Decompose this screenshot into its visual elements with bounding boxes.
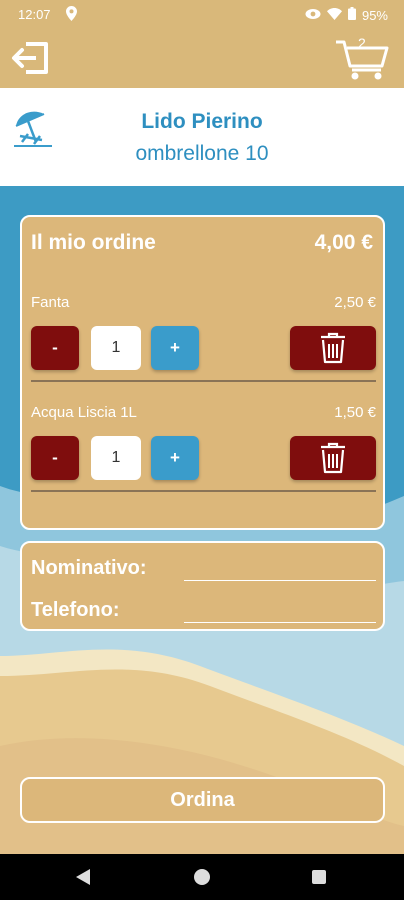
customer-info-card: Nominativo: Telefono: bbox=[20, 541, 385, 631]
status-bar: 12:07 95% bbox=[0, 0, 404, 30]
place-order-button[interactable]: Ordina bbox=[20, 777, 385, 823]
phone-row: Telefono: bbox=[31, 591, 376, 627]
exit-icon[interactable] bbox=[10, 36, 54, 80]
phone-input[interactable] bbox=[184, 597, 376, 623]
increase-quantity-button[interactable]: + bbox=[151, 326, 199, 370]
item-divider bbox=[31, 380, 376, 382]
eye-icon bbox=[305, 8, 321, 23]
order-summary-card: Il mio ordine 4,00 € Fanta 2,50 € - 1 + … bbox=[20, 215, 385, 530]
status-time: 12:07 bbox=[18, 7, 51, 22]
trash-icon bbox=[321, 442, 345, 474]
recent-apps-icon[interactable] bbox=[312, 870, 326, 884]
phone-label: Telefono: bbox=[31, 599, 120, 621]
umbrella-number: ombrellone 10 bbox=[135, 142, 269, 165]
home-icon[interactable] bbox=[194, 869, 210, 885]
order-title: Il mio ordine bbox=[31, 231, 156, 254]
battery-level: 95% bbox=[361, 7, 388, 23]
status-icons: 95% bbox=[305, 7, 388, 23]
trash-icon bbox=[321, 332, 345, 364]
item-divider bbox=[31, 490, 376, 492]
order-item: Fanta 2,50 € - 1 + bbox=[31, 294, 376, 404]
item-name: Fanta bbox=[31, 294, 70, 311]
venue-header: Lido Pierino ombrellone 10 bbox=[0, 88, 404, 186]
battery-icon bbox=[347, 7, 356, 23]
order-total: 4,00 € bbox=[314, 231, 373, 254]
item-name: Acqua Liscia 1L bbox=[31, 404, 137, 421]
order-item: Acqua Liscia 1L 1,50 € - 1 + bbox=[31, 404, 376, 514]
system-nav-bar bbox=[0, 854, 404, 900]
delete-item-button[interactable] bbox=[290, 326, 376, 370]
increase-quantity-button[interactable]: + bbox=[151, 436, 199, 480]
wifi-icon bbox=[326, 7, 342, 23]
location-icon bbox=[66, 6, 77, 24]
name-row: Nominativo: bbox=[31, 549, 376, 585]
item-price: 1,50 € bbox=[334, 404, 376, 421]
cart-button[interactable]: 2 bbox=[334, 34, 390, 82]
name-input[interactable] bbox=[184, 555, 376, 581]
decrease-quantity-button[interactable]: - bbox=[31, 326, 79, 370]
delete-item-button[interactable] bbox=[290, 436, 376, 480]
venue-title: Lido Pierino bbox=[141, 110, 263, 133]
name-label: Nominativo: bbox=[31, 557, 147, 579]
quantity-field[interactable]: 1 bbox=[91, 436, 141, 480]
quantity-field[interactable]: 1 bbox=[91, 326, 141, 370]
back-icon[interactable] bbox=[76, 869, 90, 890]
decrease-quantity-button[interactable]: - bbox=[31, 436, 79, 480]
item-price: 2,50 € bbox=[334, 294, 376, 311]
cart-count-badge: 2 bbox=[358, 35, 366, 51]
app-bar: 2 bbox=[0, 30, 404, 88]
